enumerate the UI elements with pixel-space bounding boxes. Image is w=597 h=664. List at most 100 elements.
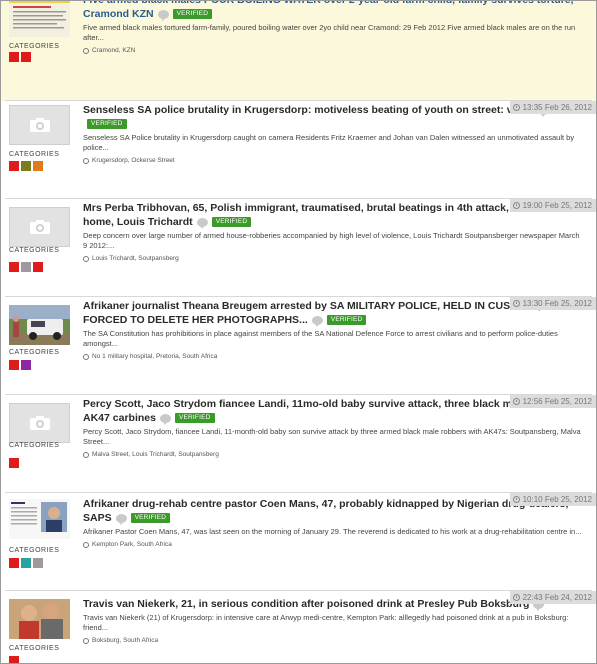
report-title-link[interactable]: Percy Scott, Jaco Strydom fiancee Landi,…: [83, 397, 583, 425]
timestamp-text: 13:35 Feb 26, 2012: [522, 103, 592, 112]
comment-bubble-icon[interactable]: [311, 315, 323, 327]
category-swatch[interactable]: [21, 52, 31, 62]
report-location[interactable]: Boksburg, South Africa: [83, 637, 583, 644]
report-thumbnail[interactable]: [9, 599, 70, 639]
categories-label: CATEGORIES: [9, 645, 60, 652]
report-title-link[interactable]: Travis van Niekerk, 21, in serious condi…: [83, 597, 583, 611]
report-title[interactable]: Travis van Niekerk, 21, in serious condi…: [83, 598, 529, 610]
timestamp-text: 19:00 Feb 25, 2012: [522, 201, 592, 210]
report-content: Five armed black males POUR BOILING WATE…: [83, 1, 583, 54]
report-location[interactable]: Kempton Park, South Africa: [83, 541, 583, 548]
document-thumbnail: [9, 1, 70, 37]
category-list: [9, 458, 19, 468]
comment-bubble-icon[interactable]: [196, 217, 208, 229]
report-title-link[interactable]: Mrs Perba Tribhovan, 65, Polish immigran…: [83, 201, 583, 229]
timestamp: 12:56 Feb 25, 2012: [509, 395, 596, 408]
timestamp: 19:00 Feb 25, 2012: [509, 199, 596, 212]
verified-badge: VERIFIED: [211, 217, 252, 228]
report-summary: Percy Scott, Jaco Strydom, fiancee Landi…: [83, 427, 581, 446]
report-summary: Five armed black males tortured farm-fam…: [83, 23, 576, 42]
clock-icon: [512, 496, 520, 503]
categories-label: CATEGORIES: [9, 442, 60, 449]
category-swatch[interactable]: [9, 161, 19, 171]
camera-icon: [29, 118, 50, 132]
portrait-document-thumbnail: [9, 499, 70, 539]
report-summary: Afrikaner Pastor Coen Mans, 47, was last…: [83, 527, 582, 536]
category-swatch[interactable]: [21, 360, 31, 370]
categories-label: CATEGORIES: [9, 247, 60, 254]
report-thumbnail[interactable]: [9, 403, 70, 443]
location-pin-icon: [83, 157, 89, 164]
category-swatch[interactable]: [21, 262, 31, 272]
report-title[interactable]: Senseless SA police brutality in Krugers…: [83, 104, 534, 116]
report-content: Mrs Perba Tribhovan, 65, Polish immigran…: [83, 201, 583, 262]
category-swatch[interactable]: [9, 458, 19, 468]
report-title-link[interactable]: Senseless SA police brutality in Krugers…: [83, 103, 583, 131]
category-list: [9, 656, 19, 663]
report-summary: The SA Constitution has prohibitions in …: [83, 329, 558, 348]
comment-bubble-icon[interactable]: [115, 513, 127, 525]
verified-badge: VERIFIED: [172, 9, 213, 20]
camera-icon: [29, 416, 50, 430]
categories-label: CATEGORIES: [9, 151, 60, 158]
categories-label: CATEGORIES: [9, 349, 60, 356]
location-text[interactable]: Krugersdorp, Ockerse Street: [92, 157, 175, 164]
report-location[interactable]: Krugersdorp, Ockerse Street: [83, 157, 583, 164]
verified-badge: VERIFIED: [87, 119, 127, 130]
category-swatch[interactable]: [9, 360, 19, 370]
report-thumbnail[interactable]: [9, 105, 70, 145]
report-content: Percy Scott, Jaco Strydom fiancee Landi,…: [83, 397, 583, 458]
report-item: CATEGORIES Five armed black males POUR B…: [1, 1, 596, 101]
category-swatch[interactable]: [33, 262, 43, 272]
report-item: CATEGORIES Afrikaner journalist Theana B…: [1, 297, 596, 395]
timestamp-text: 12:56 Feb 25, 2012: [522, 397, 592, 406]
timestamp: 22:43 Feb 24, 2012: [509, 591, 596, 604]
location-text[interactable]: No 1 military hospital, Pretoria, South …: [92, 353, 217, 360]
clock-icon: [512, 300, 520, 307]
categories-label: CATEGORIES: [9, 43, 60, 50]
timestamp-text: 22:43 Feb 24, 2012: [522, 593, 592, 602]
location-text[interactable]: Malva Street, Louis Trichardt, Soutpansb…: [92, 451, 219, 458]
location-text[interactable]: Boksburg, South Africa: [92, 637, 158, 644]
report-title[interactable]: Mrs Perba Tribhovan, 65, Polish immigran…: [83, 202, 554, 228]
category-swatch[interactable]: [9, 52, 19, 62]
report-title-link[interactable]: Afrikaner journalist Theana Breugem arre…: [83, 299, 583, 327]
report-item: CATEGORIES Travis van Niekerk, 21, in se…: [1, 591, 596, 663]
report-thumbnail[interactable]: [9, 1, 70, 37]
category-swatch[interactable]: [9, 262, 19, 272]
timestamp: 13:35 Feb 26, 2012: [509, 101, 596, 114]
report-thumbnail[interactable]: [9, 305, 70, 345]
report-thumbnail[interactable]: [9, 499, 70, 539]
report-thumbnail[interactable]: [9, 207, 70, 247]
report-location[interactable]: Cramond, KZN: [83, 47, 583, 54]
location-text[interactable]: Cramond, KZN: [92, 47, 135, 54]
category-swatch[interactable]: [21, 558, 31, 568]
report-summary: Travis van Niekerk (21) of Krugersdorp: …: [83, 613, 569, 632]
location-text[interactable]: Louis Trichardt, Soutpansberg: [92, 255, 179, 262]
comment-bubble-icon[interactable]: [157, 9, 169, 21]
location-text[interactable]: Kempton Park, South Africa: [92, 541, 172, 548]
report-content: Travis van Niekerk, 21, in serious condi…: [83, 597, 583, 644]
report-location[interactable]: Malva Street, Louis Trichardt, Soutpansb…: [83, 451, 583, 458]
report-title-link[interactable]: Five armed black males POUR BOILING WATE…: [83, 1, 583, 21]
report-content: Afrikaner journalist Theana Breugem arre…: [83, 299, 583, 360]
category-swatch[interactable]: [9, 558, 19, 568]
category-swatch[interactable]: [21, 161, 31, 171]
report-title[interactable]: Percy Scott, Jaco Strydom fiancee Landi,…: [83, 398, 556, 424]
report-title[interactable]: Five armed black males POUR BOILING WATE…: [83, 1, 574, 20]
comment-bubble-icon[interactable]: [159, 413, 171, 425]
location-pin-icon: [83, 451, 89, 458]
report-title-link[interactable]: Afrikaner drug-rehab centre pastor Coen …: [83, 497, 583, 525]
location-pin-icon: [83, 47, 89, 54]
report-summary: Senseless SA Police brutality in Krugers…: [83, 133, 575, 152]
category-swatch[interactable]: [9, 656, 19, 663]
category-swatch[interactable]: [33, 161, 43, 171]
report-item: CATEGORIES Percy Scott, Jaco Strydom fia…: [1, 395, 596, 493]
report-location[interactable]: Louis Trichardt, Soutpansberg: [83, 255, 583, 262]
category-swatch[interactable]: [33, 558, 43, 568]
location-pin-icon: [83, 637, 89, 644]
categories-label: CATEGORIES: [9, 547, 60, 554]
clock-icon: [512, 594, 520, 601]
report-location[interactable]: No 1 military hospital, Pretoria, South …: [83, 353, 583, 360]
category-list: [9, 360, 31, 370]
